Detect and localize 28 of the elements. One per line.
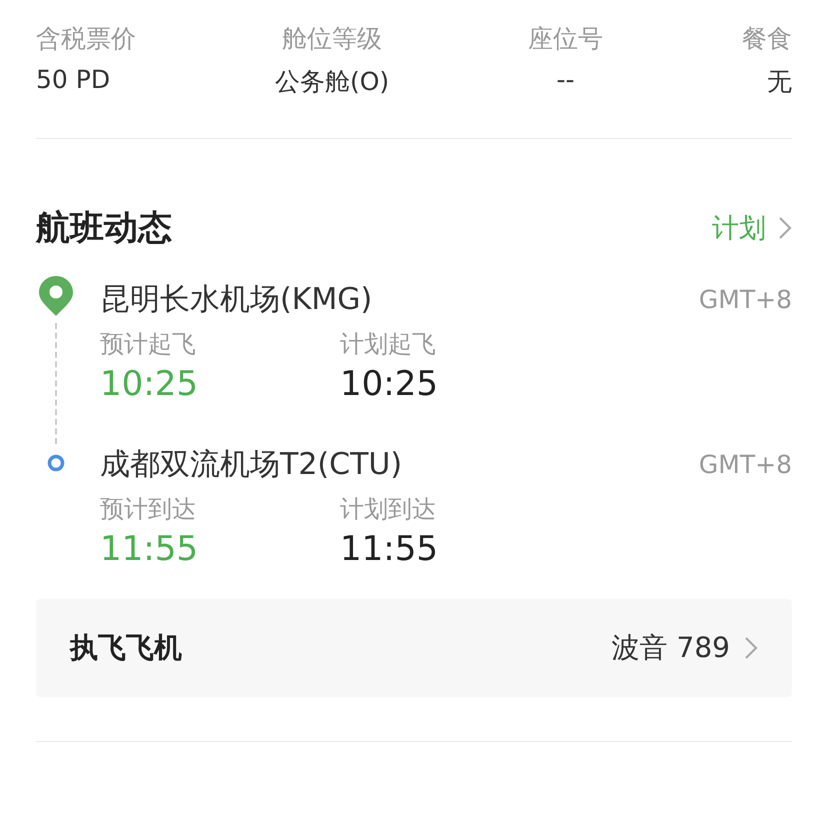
timezone-label: GMT+8 (698, 450, 792, 479)
chevron-right-icon (778, 216, 792, 240)
fare-label: 座位号 (528, 23, 604, 55)
fare-value: 公务舱(O) (274, 66, 390, 98)
scheduled-time: 10:25 (340, 364, 439, 404)
fare-value: 50 PD (36, 65, 110, 94)
ring-dot-icon (47, 454, 65, 472)
airport-name: 昆明长水机场(KMG) (100, 281, 372, 319)
estimated-time: 11:55 (100, 529, 199, 569)
airport-name: 成都双流机场T2(CTU) (100, 446, 402, 484)
estimated-time: 10:25 (100, 364, 199, 404)
scheduled-time: 11:55 (340, 529, 439, 569)
fare-label: 餐食 (742, 23, 792, 55)
timezone-label: GMT+8 (698, 285, 792, 314)
aircraft-label: 执飞飞机 (70, 630, 182, 666)
time-label: 预计到达 (100, 494, 197, 525)
aircraft-row[interactable]: 执飞飞机 波音 789 (36, 599, 792, 697)
location-pin-icon (38, 275, 74, 317)
chevron-right-icon (744, 636, 758, 660)
fare-value: -- (556, 65, 575, 94)
aircraft-model: 波音 789 (612, 630, 730, 666)
fare-label: 含税票价 (36, 23, 136, 55)
fare-value: 无 (767, 66, 792, 98)
section-title: 航班动态 (36, 207, 172, 250)
fare-label: 舱位等级 (282, 23, 382, 55)
time-label: 计划到达 (340, 494, 437, 525)
time-label: 计划起飞 (340, 329, 437, 360)
time-label: 预计起飞 (100, 329, 197, 360)
